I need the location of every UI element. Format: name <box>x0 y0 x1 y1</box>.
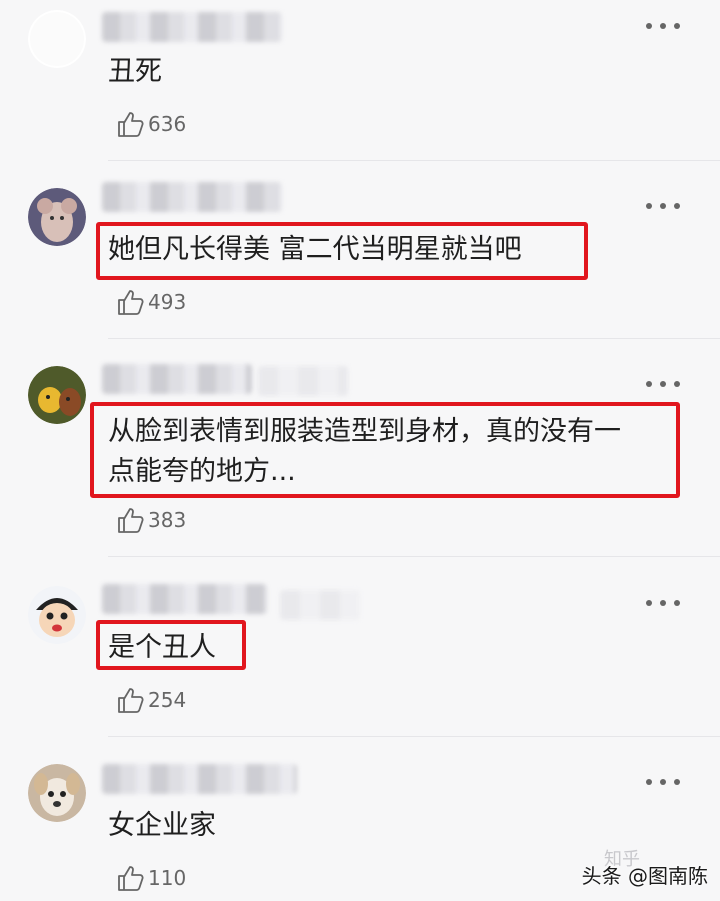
dot-icon <box>646 23 652 29</box>
like-button[interactable]: 636 <box>116 108 186 140</box>
username-blurred[interactable] <box>102 764 297 794</box>
divider <box>108 338 720 339</box>
like-button[interactable]: 493 <box>116 286 186 318</box>
like-count: 254 <box>148 688 187 712</box>
comment-text: 女企业家 <box>108 810 216 841</box>
dot-icon <box>646 779 652 785</box>
username-blurred[interactable] <box>102 182 282 212</box>
thumbs-up-icon <box>118 866 144 891</box>
dot-icon <box>674 203 680 209</box>
highlight-box <box>96 620 246 670</box>
dot-icon <box>646 381 652 387</box>
thumbs-up-icon <box>118 508 144 533</box>
watermark: 头条 @图南陈 <box>581 864 708 888</box>
thumbs-up-icon <box>118 290 144 315</box>
dot-icon <box>646 203 652 209</box>
dot-icon <box>660 779 666 785</box>
dot-icon <box>660 381 666 387</box>
dot-icon <box>660 600 666 606</box>
thumbs-up-icon <box>118 112 144 137</box>
like-count: 110 <box>148 866 187 890</box>
more-options-button[interactable] <box>646 776 680 788</box>
username-blurred-extra <box>258 366 348 396</box>
highlight-box <box>90 402 680 498</box>
username-blurred-extra <box>280 590 360 620</box>
dot-icon <box>674 381 680 387</box>
more-options-button[interactable] <box>646 20 680 32</box>
divider <box>108 556 720 557</box>
like-button[interactable]: 254 <box>116 684 186 716</box>
more-options-button[interactable] <box>646 597 680 609</box>
like-count: 383 <box>148 508 187 532</box>
divider <box>108 736 720 737</box>
dot-icon <box>674 600 680 606</box>
like-button[interactable]: 383 <box>116 504 186 536</box>
like-button[interactable]: 110 <box>116 862 186 894</box>
avatar[interactable] <box>28 188 86 246</box>
username-blurred[interactable] <box>102 12 282 42</box>
avatar[interactable] <box>28 586 86 644</box>
divider <box>108 160 720 161</box>
dot-icon <box>660 203 666 209</box>
dot-icon <box>674 779 680 785</box>
dot-icon <box>674 23 680 29</box>
more-options-button[interactable] <box>646 200 680 212</box>
more-options-button[interactable] <box>646 378 680 390</box>
highlight-box <box>96 222 588 280</box>
username-blurred[interactable] <box>102 364 252 394</box>
comment-text: 丑死 <box>108 56 162 87</box>
dot-icon <box>660 23 666 29</box>
like-count: 493 <box>148 290 187 314</box>
avatar[interactable] <box>28 10 86 68</box>
like-count: 636 <box>148 112 187 136</box>
avatar[interactable] <box>28 366 86 424</box>
dot-icon <box>646 600 652 606</box>
username-blurred[interactable] <box>102 584 267 614</box>
avatar[interactable] <box>28 764 86 822</box>
thumbs-up-icon <box>118 688 144 713</box>
